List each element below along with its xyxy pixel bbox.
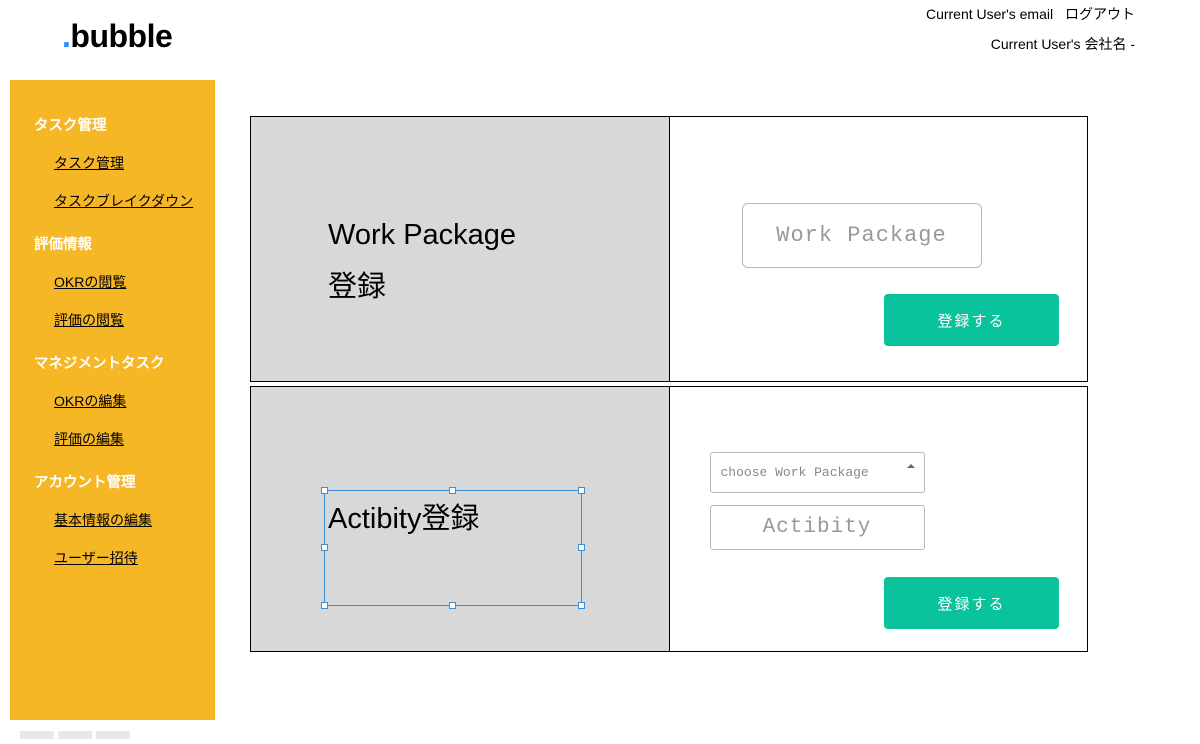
sidebar: タスク管理 タスク管理 タスクブレイクダウン 評価情報 OKRの閲覧 評価の閲覧… — [10, 80, 215, 720]
company-name: Current User's 会社名 - — [918, 34, 1135, 54]
sidebar-item-basic-info[interactable]: 基本情報の編集 — [54, 510, 215, 530]
logout-link[interactable]: ログアウト — [1065, 6, 1135, 22]
work-package-select-wrap: choose Work Package — [710, 452, 925, 493]
sidebar-section-management: マネジメントタスク — [34, 352, 215, 373]
wp-title-line2: 登録 — [328, 271, 386, 303]
sidebar-section-task: タスク管理 — [34, 114, 215, 135]
sidebar-item-user-invite[interactable]: ユーザー招待 — [54, 548, 215, 568]
work-package-card: Work Package 登録 登録する — [250, 116, 1088, 382]
logo: .bubble — [62, 18, 172, 55]
activity-register-button[interactable]: 登録する — [884, 577, 1059, 629]
header: .bubble Current User's email ログアウト Curre… — [0, 0, 1200, 80]
resize-handle-br[interactable] — [578, 602, 585, 609]
sliver-1 — [20, 731, 54, 739]
activity-card: Actibity登録 choose Work Package — [250, 386, 1088, 652]
sidebar-item-task-kanri[interactable]: タスク管理 — [54, 153, 215, 173]
selection-outline[interactable] — [324, 490, 582, 606]
resize-handle-tl[interactable] — [321, 487, 328, 494]
sidebar-item-hyouka-edit[interactable]: 評価の編集 — [54, 429, 215, 449]
resize-handle-bm[interactable] — [449, 602, 456, 609]
activity-form-panel: choose Work Package 登録する — [670, 387, 1088, 651]
work-package-select[interactable]: choose Work Package — [710, 452, 925, 493]
sidebar-section-hyouka: 評価情報 — [34, 233, 215, 254]
resize-handle-ml[interactable] — [321, 544, 328, 551]
sidebar-section-account: アカウント管理 — [34, 471, 215, 492]
work-package-title: Work Package 登録 — [328, 209, 516, 313]
sidebar-item-okr-view[interactable]: OKRの閲覧 — [54, 272, 215, 292]
work-package-input[interactable] — [742, 203, 982, 268]
resize-handle-mr[interactable] — [578, 544, 585, 551]
sidebar-item-okr-edit[interactable]: OKRの編集 — [54, 391, 215, 411]
work-package-title-panel: Work Package 登録 — [251, 117, 670, 381]
logo-text: bubble — [70, 18, 172, 54]
resize-handle-tm[interactable] — [449, 487, 456, 494]
activity-input[interactable] — [710, 505, 925, 550]
sidebar-item-hyouka-view[interactable]: 評価の閲覧 — [54, 310, 215, 330]
sliver-3 — [96, 731, 130, 739]
activity-title-panel[interactable]: Actibity登録 — [251, 387, 670, 651]
work-package-register-button[interactable]: 登録する — [884, 294, 1059, 346]
resize-handle-bl[interactable] — [321, 602, 328, 609]
resize-handle-tr[interactable] — [578, 487, 585, 494]
header-right: Current User's email ログアウト Current User'… — [918, 4, 1135, 54]
body: タスク管理 タスク管理 タスクブレイクダウン 評価情報 OKRの閲覧 評価の閲覧… — [10, 80, 1190, 724]
sidebar-item-task-breakdown[interactable]: タスクブレイクダウン — [54, 191, 215, 211]
work-package-form-panel: 登録する — [670, 117, 1088, 381]
wp-title-line1: Work Package — [328, 219, 516, 251]
content: Work Package 登録 登録する Actibity登録 — [250, 116, 1088, 652]
bottom-tabs — [20, 731, 130, 739]
user-email: Current User's email — [926, 6, 1053, 22]
sliver-2 — [58, 731, 92, 739]
